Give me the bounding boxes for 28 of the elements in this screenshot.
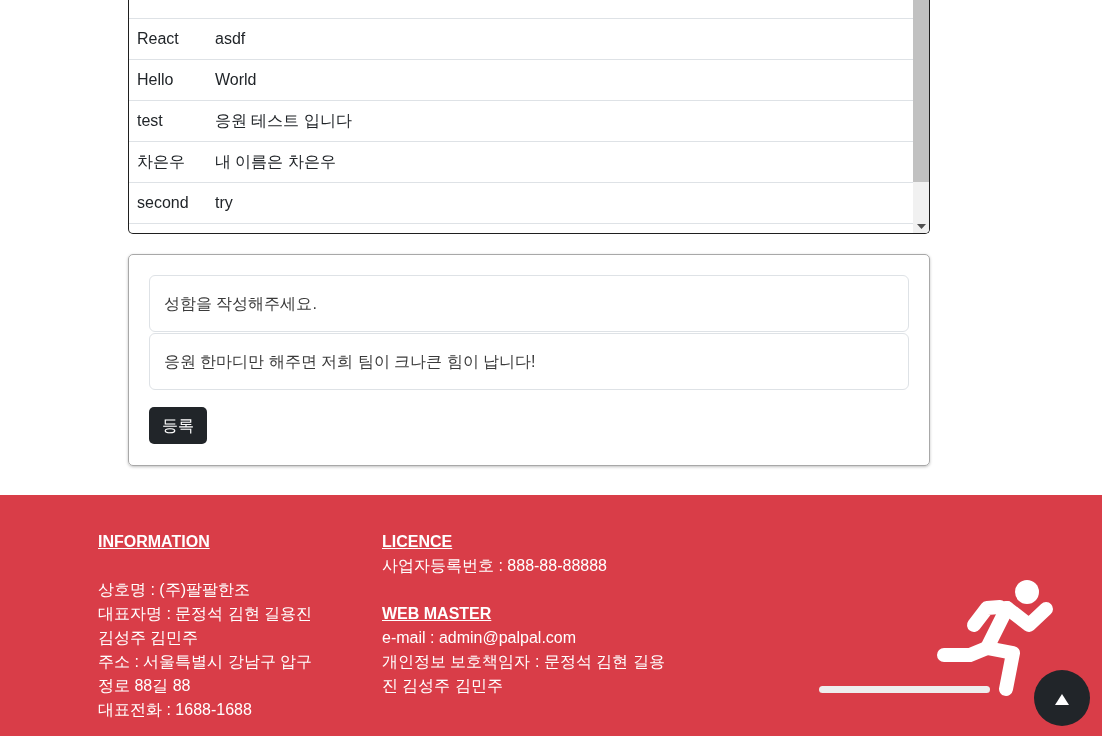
input-field[interactable]: 성함을 작성해주세요. [149,275,909,332]
up-triangle-icon [1055,693,1069,705]
running-person-icon [935,579,1055,697]
author-name: 차은우 [137,152,186,172]
footer-text: e-mail : admin@palpal.com [382,628,578,648]
footer-text: 사업자등록번호 : 888-88-88888 [382,556,608,576]
message-text: 응원 테스트 입니다 [215,111,352,131]
footer-text: 대표자명 : 문정석 김현 길용진 김성주 김민주 [98,604,314,648]
footer-text: 상호명 : (주)팔팔한조 [98,580,251,600]
author-name: test [137,111,164,131]
footer-heading: LICENCE [382,532,454,552]
footer-heading: INFORMATION [98,532,211,552]
footer-text: 대표전화 : 1688-1688 [98,700,253,720]
footer-text: 개인정보 보호책임자 : 문정석 김현 길용진 김성주 김민주 [382,652,666,696]
author-name: React [137,29,180,49]
scrollbar-thumb[interactable] [913,0,929,182]
input-field[interactable]: 응원 한마디만 해주면 저희 팀이 크나큰 힘이 납니다! [149,333,909,390]
message-text: World [215,70,257,90]
footer-text: 주소 : 서울특별시 강남구 압구정로 88길 88 [98,652,314,696]
message-text: try [215,193,233,213]
message-text: asdf [215,29,246,49]
author-name: second [137,193,190,213]
author-name: Hello [137,70,175,90]
submit-button[interactable]: 등록 [149,407,207,444]
scrollbar-track[interactable] [913,0,929,233]
message-text: 내 이름은 차은우 [215,152,336,172]
footer-heading: WEB MASTER [382,604,493,624]
scroll-down-icon[interactable] [916,224,926,229]
